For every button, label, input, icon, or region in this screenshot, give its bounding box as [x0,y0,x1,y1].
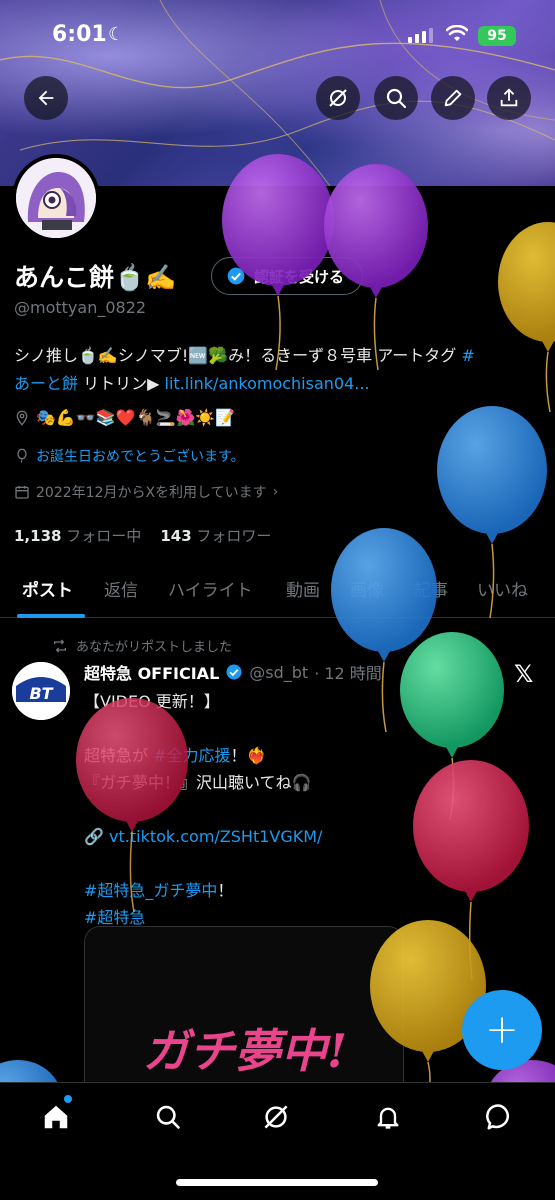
followers-count: 143 [160,527,192,545]
bio-text-after: リトリン▶ [78,374,165,393]
nav-notifications[interactable] [370,1099,406,1135]
post-author-name[interactable]: 超特急 OFFICIAL [84,660,219,684]
profile-bio: シノ推し🍵✍️シノマブ!🆕🥦み！るきーず８号車 アートタグ #あーと餅 リトリン… [14,342,484,398]
location-emojis: 🎭💪👓📚❤️🐐🚬🌺☀️📝 [36,408,236,427]
messages-icon [486,1104,510,1130]
status-time: 6:01 [52,22,107,47]
post-line-2: 超特急が #全力応援！❤️‍🔥 [84,742,504,769]
joined-text: 2022年12月からXを利用しています [36,485,267,501]
following-count: 1,138 [14,527,62,545]
home-notification-dot [64,1095,72,1103]
verified-badge-icon [227,267,245,285]
post-media-image: ガチ夢中! [85,927,403,1095]
post-time: · 12 時間 [314,664,382,683]
balloon-icon [17,448,27,463]
tab-posts[interactable]: ポスト [22,576,73,601]
tab-likes[interactable]: いいね [477,576,528,601]
bio-text: シノ推し🍵✍️シノマブ!🆕🥦み！るきーず８号車 アートタグ [14,346,462,365]
bt-logo-text: BT [29,684,53,703]
home-indicator [176,1179,378,1186]
location-icon [16,410,28,426]
following-label: フォロー中 [66,527,142,545]
nav-grok[interactable] [258,1099,294,1135]
compose-plus-icon: + [485,1007,519,1053]
post-hashtag-chotokkyu[interactable]: #超特急 [84,908,145,927]
post-link-prefix: 🔗 [84,827,110,846]
x-logo-icon: 𝕏 [514,660,534,688]
post-line-2-prefix: 超特急が [84,746,154,765]
location-row: 🎭💪👓📚❤️🐐🚬🌺☀️📝 [14,408,235,427]
post-author-avatar[interactable]: BT [12,662,70,720]
followers-label: フォロワー [196,527,272,545]
verify-button-label: 認証を受ける [254,267,345,286]
tab-videos[interactable]: 動画 [286,576,320,601]
status-bar: 6:01 ☾ 95 [0,0,555,72]
share-icon [500,88,518,107]
post-media[interactable]: ガチ夢中! [84,926,404,1096]
back-icon [38,90,54,106]
tab-images[interactable]: 画像 [350,576,384,601]
home-icon [44,1105,68,1129]
moon-icon: ☾ [108,24,125,45]
bio-external-link[interactable]: lit.link/ankomochisan04... [165,374,370,393]
post-link-line: 🔗 vt.tiktok.com/ZSHt1VGKM/ [84,823,504,850]
tab-highlights[interactable]: ハイライト [168,576,253,601]
nav-messages[interactable] [482,1099,518,1135]
share-button[interactable] [487,76,531,120]
search-button[interactable] [374,76,418,120]
verify-button[interactable]: 認証を受ける [211,257,364,295]
nav-explore[interactable] [150,1099,186,1135]
profile-avatar[interactable] [12,154,100,242]
repost-note-text: あなたがリポストしました [76,640,233,655]
balloon-yellow-1 [498,222,555,413]
repost-note: あなたがリポストしました [52,636,232,655]
avatar-illustration [16,158,96,238]
media-title: ガチ夢中! [143,1024,347,1078]
post-external-link[interactable]: vt.tiktok.com/ZSHt1VGKM/ [109,827,322,846]
bottom-navigation [0,1082,555,1200]
back-button[interactable] [24,76,68,120]
post-header: 超特急 OFFICIAL @sd_bt · 12 時間 [84,660,382,684]
post-hashtag-zenryoku[interactable]: #全力応援 [153,746,230,765]
battery-indicator: 95 [478,26,516,46]
post-body: 【VIDEO 更新！】 超特急が #全力応援！❤️‍🔥 『ガチ夢中！』沢山聴いて… [84,688,504,931]
repost-icon [54,639,66,652]
joined-row[interactable]: 2022年12月からXを利用しています › [14,482,278,502]
profile-handle: @mottyan_0822 [14,298,147,317]
signal-icon [408,28,433,43]
bell-icon [377,1107,399,1129]
wifi-icon [446,25,468,41]
calendar-icon [15,486,29,499]
post-hashtag-line-1: #超特急_ガチ夢中！ [84,877,504,904]
grok-icon [329,89,347,107]
verified-badge-icon [226,664,242,680]
followers-link[interactable]: 143 フォロワー [160,527,271,545]
explore-icon [156,1105,180,1129]
tab-articles[interactable]: 記事 [414,576,448,601]
battery-level: 95 [487,28,507,44]
profile-tabs: ポスト 返信 ハイライト 動画 画像 記事 いいね [0,566,555,618]
pen-icon [444,89,462,107]
birthday-text: お誕生日おめでとうございます。 [36,449,245,465]
profile-name: あんこ餅🍵✍️ [14,263,177,292]
active-tab-indicator [17,614,85,618]
compose-button[interactable]: + [462,990,542,1070]
search-icon [386,88,407,109]
post-author-handle[interactable]: @sd_bt [249,663,308,682]
chevron-right-icon: › [272,484,279,500]
following-link[interactable]: 1,138 フォロー中 [14,527,141,545]
tab-replies[interactable]: 返信 [104,576,138,601]
post-hashtag-gachimuchu[interactable]: #超特急_ガチ夢中 [84,881,217,900]
grok-button[interactable] [316,76,360,120]
birthday-row: お誕生日おめでとうございます。 [14,446,245,466]
nav-home[interactable] [38,1099,74,1135]
edit-button[interactable] [431,76,475,120]
post-line-2-suffix: ！❤️‍🔥 [230,746,267,765]
follow-counts: 1,138 フォロー中 143 フォロワー [14,525,271,546]
post-line-1: 【VIDEO 更新！】 [84,692,220,711]
grok-nav-icon [264,1105,288,1129]
bt-logo: BT [12,662,70,720]
post-line-3: 『ガチ夢中！』沢山聴いてね🎧 [84,773,312,792]
post-hashtag-suffix: ！ [217,881,234,900]
